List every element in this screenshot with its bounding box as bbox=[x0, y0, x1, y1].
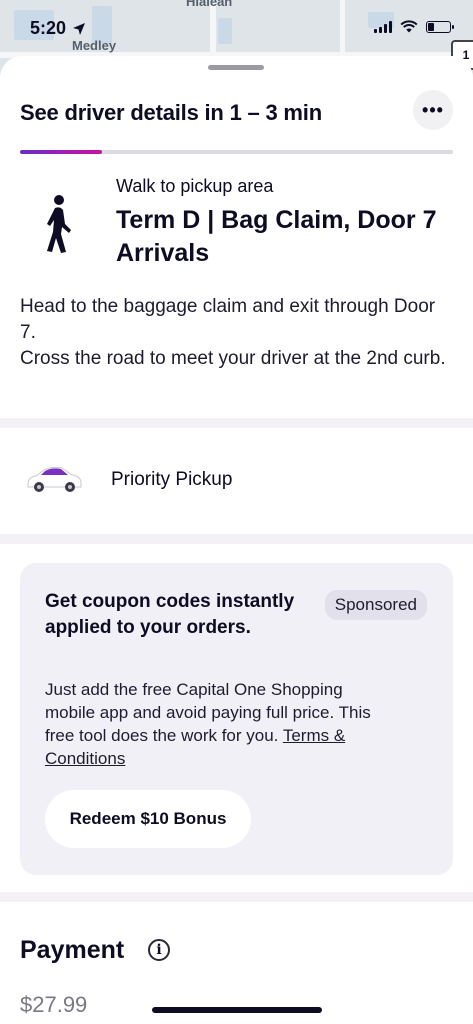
status-icons bbox=[374, 20, 454, 33]
sponsored-badge: Sponsored bbox=[324, 590, 427, 620]
more-options-button[interactable]: ••• bbox=[413, 90, 453, 130]
wifi-icon bbox=[400, 20, 418, 33]
more-dots-icon: ••• bbox=[422, 99, 444, 120]
payment-price: $27.99 bbox=[20, 992, 88, 1017]
walk-label: Walk to pickup area bbox=[116, 176, 274, 196]
ad-body: Just add the free Capital One Shopping m… bbox=[45, 678, 395, 770]
ride-type-label: Priority Pickup bbox=[111, 469, 233, 490]
battery-low-icon bbox=[426, 20, 454, 33]
status-bar: 5:20 bbox=[0, 0, 473, 56]
page-title: See driver details in 1 – 3 min bbox=[20, 100, 322, 125]
ad-section: Get coupon codes instantly applied to yo… bbox=[0, 544, 473, 892]
status-time: 5:20 bbox=[30, 18, 67, 38]
instruction-line: Cross the road to meet your driver at th… bbox=[20, 348, 446, 369]
redeem-bonus-button[interactable]: Redeem $10 Bonus bbox=[45, 790, 251, 848]
payment-section: Payment i $27.99 bbox=[0, 902, 473, 1024]
pickup-location-name: Term D | Bag Claim, Door 7 Arrivals bbox=[116, 206, 437, 267]
pickup-instructions: Head to the baggage claim and exit throu… bbox=[20, 294, 450, 372]
eta-progress-bar bbox=[20, 150, 453, 154]
ad-title: Get coupon codes instantly applied to yo… bbox=[45, 591, 295, 638]
ride-type-row[interactable]: Priority Pickup bbox=[0, 428, 473, 534]
info-icon[interactable]: i bbox=[148, 939, 170, 961]
instruction-line: Head to the baggage claim and exit throu… bbox=[20, 296, 436, 343]
sheet-grabber-handle[interactable] bbox=[208, 65, 264, 70]
car-icon bbox=[27, 466, 82, 492]
home-indicator[interactable] bbox=[152, 1007, 322, 1013]
ride-header-card: See driver details in 1 – 3 min ••• Walk… bbox=[0, 56, 473, 418]
walking-person-icon bbox=[47, 195, 71, 253]
eta-progress-fill bbox=[20, 150, 103, 154]
ride-status-sheet: See driver details in 1 – 3 min ••• Walk… bbox=[0, 56, 473, 1024]
status-time-group: 5:20 bbox=[30, 18, 86, 39]
sponsored-ad-card[interactable]: Get coupon codes instantly applied to yo… bbox=[20, 563, 453, 875]
location-arrow-icon bbox=[73, 22, 86, 35]
cellular-signal-icon bbox=[374, 20, 392, 33]
payment-title: Payment bbox=[20, 936, 125, 964]
